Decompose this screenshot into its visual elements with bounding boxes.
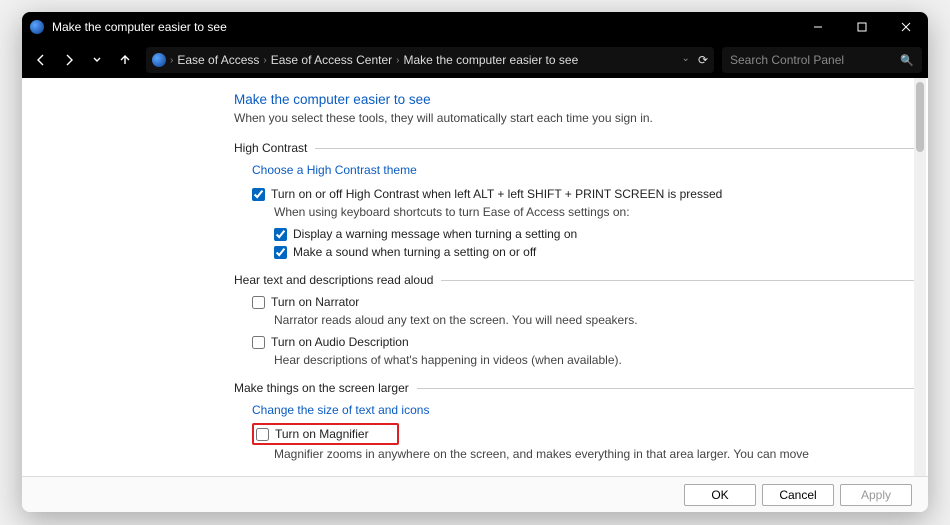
- refresh-icon[interactable]: ⟳: [698, 53, 708, 67]
- breadcrumb-leaf[interactable]: Make the computer easier to see: [403, 53, 578, 67]
- breadcrumb-root[interactable]: Ease of Access: [177, 53, 259, 67]
- recent-dropdown[interactable]: [84, 47, 110, 73]
- scrollbar-thumb[interactable]: [916, 82, 924, 152]
- address-bar[interactable]: › Ease of Access › Ease of Access Center…: [146, 47, 714, 73]
- control-panel-icon: [152, 53, 166, 67]
- checkbox-narrator[interactable]: Turn on Narrator: [252, 295, 914, 309]
- content-pane: Make the computer easier to see When you…: [22, 78, 914, 476]
- checkbox-high-contrast-toggle[interactable]: Turn on or off High Contrast when left A…: [252, 187, 914, 201]
- window-title: Make the computer easier to see: [52, 20, 227, 34]
- search-placeholder: Search Control Panel: [730, 53, 844, 67]
- desc-magnifier: Magnifier zooms in anywhere on the scree…: [274, 447, 914, 461]
- search-box[interactable]: Search Control Panel 🔍: [722, 47, 922, 73]
- ok-button[interactable]: OK: [684, 484, 756, 506]
- highlight-magnifier: Turn on Magnifier: [252, 423, 399, 445]
- minimize-button[interactable]: [796, 12, 840, 42]
- vertical-scrollbar[interactable]: [914, 78, 926, 476]
- checkbox-make-sound[interactable]: Make a sound when turning a setting on o…: [274, 245, 914, 259]
- section-read-aloud: Hear text and descriptions read aloud: [234, 273, 914, 287]
- titlebar: Make the computer easier to see: [22, 12, 928, 42]
- maximize-button[interactable]: [840, 12, 884, 42]
- desc-narrator: Narrator reads aloud any text on the scr…: [274, 313, 914, 327]
- desc-audio: Hear descriptions of what's happening in…: [274, 353, 914, 367]
- control-panel-window: Make the computer easier to see › Ease o…: [22, 12, 928, 512]
- up-button[interactable]: [112, 47, 138, 73]
- apply-button[interactable]: Apply: [840, 484, 912, 506]
- back-button[interactable]: [28, 47, 54, 73]
- page-subtitle: When you select these tools, they will a…: [234, 111, 914, 125]
- forward-button[interactable]: [56, 47, 82, 73]
- control-panel-icon: [30, 20, 44, 34]
- cancel-button[interactable]: Cancel: [762, 484, 834, 506]
- checkbox-warning-message[interactable]: Display a warning message when turning a…: [274, 227, 914, 241]
- section-larger: Make things on the screen larger: [234, 381, 914, 395]
- section-high-contrast: High Contrast: [234, 141, 914, 155]
- page-heading: Make the computer easier to see: [234, 92, 914, 107]
- note-kb-shortcuts: When using keyboard shortcuts to turn Ea…: [274, 205, 914, 219]
- link-choose-high-contrast[interactable]: Choose a High Contrast theme: [252, 163, 417, 177]
- checkbox-magnifier[interactable]: [256, 428, 269, 441]
- history-dropdown-icon[interactable]: ⌄: [682, 53, 690, 67]
- nav-toolbar: › Ease of Access › Ease of Access Center…: [22, 42, 928, 78]
- search-icon: 🔍: [900, 54, 914, 67]
- breadcrumb-middle[interactable]: Ease of Access Center: [271, 53, 392, 67]
- link-change-text-size[interactable]: Change the size of text and icons: [252, 403, 429, 417]
- close-button[interactable]: [884, 12, 928, 42]
- dialog-footer: OK Cancel Apply: [22, 476, 928, 512]
- checkbox-audio-description[interactable]: Turn on Audio Description: [252, 335, 914, 349]
